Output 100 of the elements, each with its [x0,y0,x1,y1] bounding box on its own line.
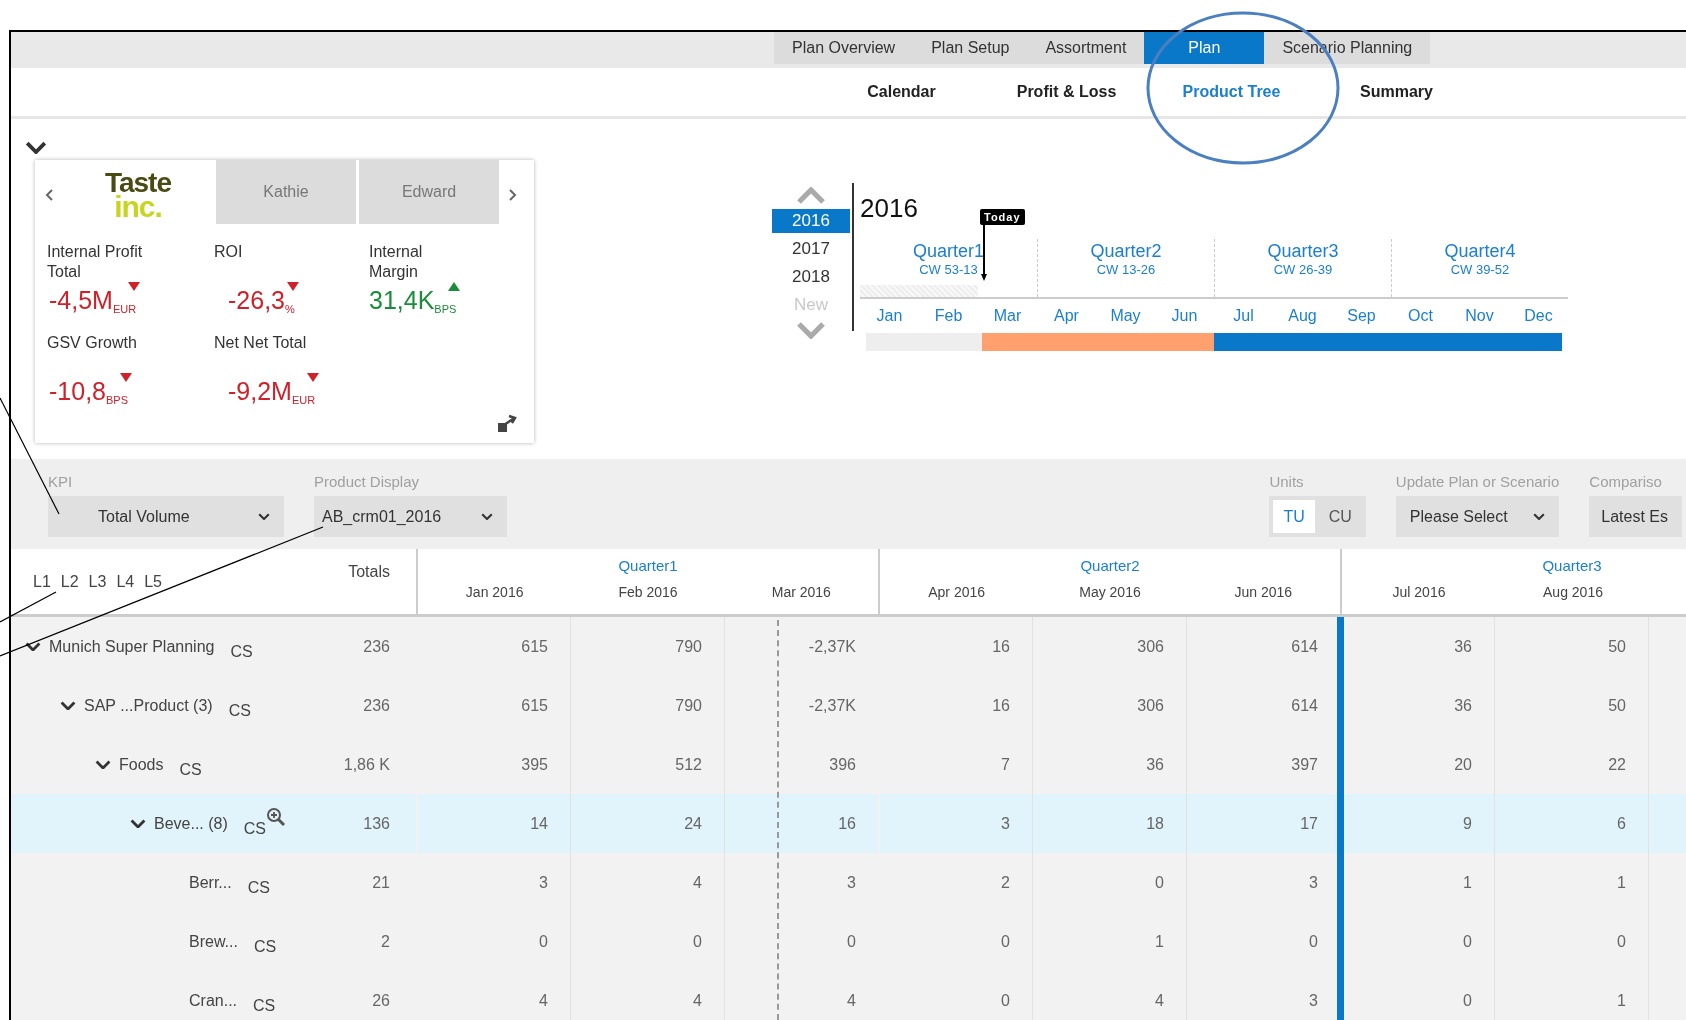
tree-node-label: SAP ...Product (3) [84,696,213,715]
expand-chevron-icon[interactable] [25,641,41,652]
tree-node-label: Brew... [189,932,238,951]
metric-unit: BPS [434,303,457,316]
table-cell: 4 [539,991,548,1010]
month-label: Jun [1170,307,1199,325]
table-cell: 0 [1617,932,1626,951]
table-row[interactable]: SAP ...Product (3) CS 236 615 790 -2,37K 16 306 614 36 50 [11,676,1686,735]
table-row[interactable]: Cran... CS 26 4 4 4 0 4 3 0 1 [11,971,1686,1020]
nav-tab[interactable]: Assortment [1027,32,1145,64]
toggle-option[interactable]: CU [1318,500,1362,533]
table-row[interactable]: Foods CS 1,86 K 395 512 396 7 36 397 20 22 [11,735,1686,794]
unit-label: CS [247,878,270,897]
table-cell: 18 [1146,814,1164,833]
table-cell: 16 [992,696,1010,715]
table-cell: 36 [1146,755,1164,774]
level-button[interactable]: L1 [33,573,51,614]
week-range: CW 13-26 [1096,262,1156,277]
tree-node-label: Foods [119,755,164,774]
level-button[interactable]: L4 [116,573,135,614]
sub-tab[interactable]: Summary [1314,83,1479,101]
sub-tab[interactable]: Profit & Loss [984,83,1149,101]
dropdown[interactable]: Total Volume [48,496,284,537]
table-cell: 615 [521,637,548,656]
table-cell: 615 [521,696,548,715]
quarter-header: Quarter1 [618,557,678,574]
month-label: Dec [1523,307,1554,325]
table-cell: 22 [1608,755,1626,774]
table-cell: 1 [1155,932,1164,951]
expand-chevron-icon[interactable] [130,818,146,829]
column-header: May 2016 [1078,584,1142,600]
table-cell: 3 [1309,991,1318,1010]
toggle-option[interactable]: TU [1273,500,1315,533]
table-row[interactable]: Brew... CS 2 0 0 0 0 1 0 0 0 [11,912,1686,971]
year-item[interactable]: 2017 [772,237,850,261]
table-cell: 0 [1001,991,1010,1010]
today-badge: Today [980,209,1025,225]
table-cell: 3 [539,873,548,892]
month-label: Oct [1407,307,1434,325]
table-cell: 2 [1001,873,1010,892]
export-icon[interactable] [498,413,520,434]
week-range: CW 26-39 [1273,262,1333,277]
level-button[interactable]: L2 [60,573,79,614]
tree-node-label: Beve... (8) [154,814,228,833]
table-cell: 36 [1454,637,1472,656]
month-label: Jul [1232,307,1255,325]
table-cell: 136 [363,814,390,833]
dropdown[interactable]: Latest Es [1589,496,1682,537]
week-range: CW 39-52 [1450,262,1510,277]
level-button[interactable]: L3 [88,573,107,614]
table-cell: 9 [1463,814,1472,833]
collapse-chevron-icon[interactable] [25,141,47,155]
table-cell: 397 [1291,755,1318,774]
caret-icon[interactable] [481,512,493,521]
table-cell: 512 [675,755,702,774]
month-label: Sep [1346,307,1377,325]
filter-label: Compariso [1589,473,1663,490]
dropdown[interactable]: Please Select [1395,496,1560,537]
year-item[interactable]: 2018 [772,265,850,289]
week-range: CW 53-13 [919,262,978,277]
nav-tab[interactable]: Plan Setup [913,32,1028,64]
unit-label: CS [179,760,202,779]
zoom-in-icon[interactable] [266,806,287,827]
table-cell: 236 [363,696,390,715]
metric-label: Internal Profit Total [47,242,144,283]
month-label: Aug [1287,307,1318,325]
table-cell: -2,37K [808,637,856,656]
month-label: Jan [875,307,904,325]
table-cell: 6 [1617,814,1626,833]
table-row[interactable]: Beve... (8) CS 136 14 24 16 3 18 17 9 6 [11,794,1686,853]
metric-value: 31,4K [369,286,435,315]
sub-tab[interactable]: Product Tree [1149,83,1314,101]
expand-chevron-icon[interactable] [60,700,76,711]
caret-icon[interactable] [1533,512,1546,521]
table-cell: 790 [675,696,702,715]
unit-label: CS [253,937,277,956]
quarter-header: Quarter3 [1542,557,1602,574]
quarter-label: Quarter2 [1090,241,1162,262]
year-item[interactable]: 2016 [772,209,850,233]
expand-chevron-icon[interactable] [95,759,111,770]
sub-tab[interactable]: Calendar [819,83,984,101]
table-row[interactable]: Berr... CS 21 3 4 3 2 0 3 1 1 [11,853,1686,912]
caret-icon[interactable] [258,512,270,521]
dropdown[interactable]: AB_crm01_2016 [314,496,507,537]
quarter-label: Quarter4 [1444,241,1516,262]
level-button[interactable]: L5 [144,573,162,614]
table-cell: 36 [1454,696,1472,715]
table-row[interactable]: Munich Super Planning CS 236 615 790 -2,37K 16 306 614 36 50 [11,617,1686,676]
table-cell: 1,86 K [343,755,390,774]
metric-unit: BPS [106,393,128,406]
table-cell: 7 [1001,755,1010,774]
year-title: 2016 [860,192,918,221]
nav-tab[interactable]: Plan Overview [774,32,914,64]
month-label: Feb [933,307,964,325]
metric-value: -4,5M [49,286,113,315]
table-cell: 236 [363,637,390,656]
table-cell: 0 [1001,932,1010,951]
month-label: Apr [1053,307,1080,325]
nav-tab[interactable]: Plan [1144,32,1265,64]
month-label: May [1109,307,1142,325]
